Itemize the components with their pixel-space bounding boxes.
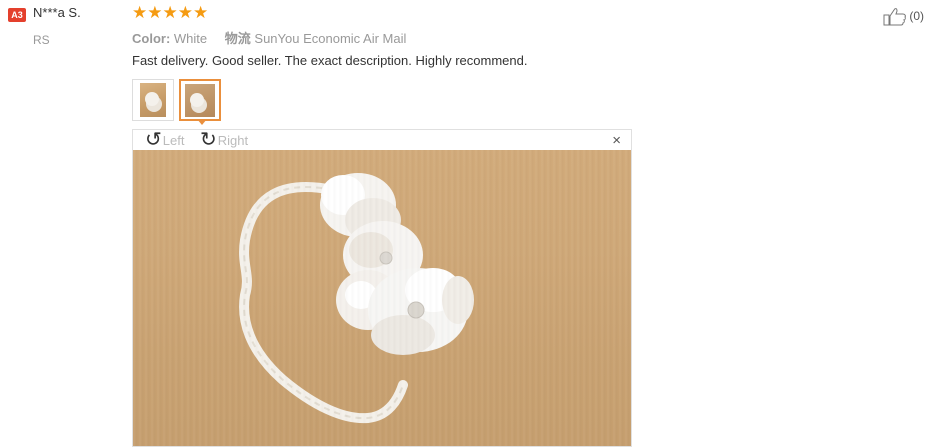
wood-grain-texture	[133, 150, 631, 446]
viewer-toolbar: ↺ Left ↻ Right ×	[133, 130, 631, 150]
photo-thumbnail-2[interactable]	[179, 79, 221, 121]
order-attributes: Color: White 物流 SunYou Economic Air Mail	[132, 28, 406, 47]
close-viewer-button[interactable]: ×	[612, 133, 621, 149]
rotate-right-label: Right	[217, 132, 249, 148]
review-text: Fast delivery. Good seller. The exact de…	[132, 53, 528, 68]
rotate-ccw-icon: ↺	[145, 129, 162, 151]
reviewer-name: N***a S.	[33, 5, 81, 20]
shipping-label: 物流	[224, 31, 251, 46]
review-photo	[133, 150, 631, 446]
color-value: White	[173, 31, 208, 46]
rotate-left-label: Left	[162, 132, 185, 148]
rotate-left-button[interactable]: ↺ Left	[145, 130, 184, 150]
color-label: Color:	[132, 31, 171, 46]
star-rating: ★★★★★	[132, 3, 209, 22]
helpful-like-button[interactable]: (0)	[883, 6, 924, 26]
rotate-cw-icon: ↻	[200, 129, 217, 151]
helpful-count: (0)	[909, 9, 924, 23]
thumbnail-image	[185, 84, 215, 117]
reviewer-level-badge: A3	[8, 8, 26, 22]
thumbnail-image	[140, 83, 166, 117]
photo-thumbnail-1[interactable]	[132, 79, 174, 121]
thumbs-up-icon	[883, 8, 907, 26]
rotate-right-button[interactable]: ↻ Right	[200, 130, 248, 150]
active-thumbnail-caret-icon	[197, 119, 207, 125]
photo-viewer: ↺ Left ↻ Right ×	[132, 129, 632, 447]
shipping-value: SunYou Economic Air Mail	[254, 31, 407, 46]
reviewer-country: RS	[33, 33, 50, 47]
